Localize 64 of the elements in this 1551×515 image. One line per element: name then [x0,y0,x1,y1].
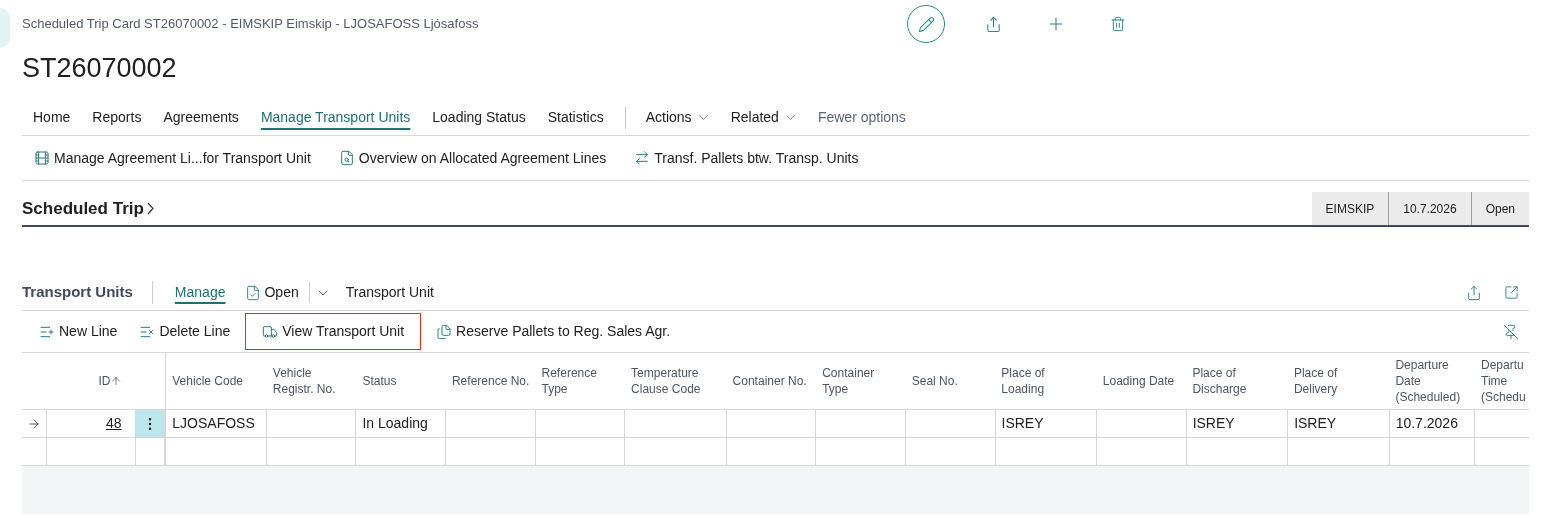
column-header[interactable]: Container No. [732,373,807,389]
chevron-icon [146,202,154,215]
page-heading: ST26070002 [22,51,177,85]
action-button[interactable]: Manage Agreement Li...for Transport Unit [34,147,311,169]
share-icon[interactable] [1466,284,1482,301]
id-link[interactable]: 48 [105,413,122,434]
action-icon [436,323,453,340]
table-cell-text: In Loading [362,414,428,433]
action-button[interactable]: Transf. Pallets btw. Transp. Units [634,147,859,169]
action-button[interactable]: New Line [32,313,125,350]
tab[interactable]: Manage [164,282,236,303]
menu-button[interactable]: Related [720,107,808,128]
column-header[interactable]: Departure Date (Scheduled) [1395,357,1469,405]
column-header[interactable]: ID [98,373,123,389]
status-badge: Open [1470,192,1529,225]
column-header[interactable]: Status [362,373,397,389]
tab[interactable]: Loading Status [421,103,537,132]
part-title: Transport Units [22,281,153,304]
action-button[interactable]: Overview on Allocated Agreement Lines [338,147,607,169]
window-title: Scheduled Trip Card ST26070002 - EIMSKIP Eimskip - LJOSAFOSS Ljósafoss [22,15,480,34]
action-icon [634,150,651,166]
tab[interactable]: Manage Transport Units [249,103,422,132]
sort-arrow-icon [110,375,123,387]
tab[interactable]: Agreements [152,103,250,132]
column-header[interactable]: Place of Delivery [1293,365,1378,397]
column-header[interactable]: Place of Discharge [1192,365,1277,397]
menu-button[interactable]: Actions [635,107,721,128]
column-header[interactable]: Place of Loading [1001,365,1086,397]
column-header[interactable]: Loading Date [1102,373,1175,389]
action-icon [262,323,279,340]
column-header[interactable]: Seal No. [911,373,958,389]
row-handle[interactable] [136,410,167,437]
open-button[interactable]: Open [235,282,310,303]
status-badge: 10.7.2026 [1388,192,1471,225]
action-button[interactable]: Delete Line [132,313,238,350]
unpin-icon[interactable] [1503,323,1519,340]
table-cell-text: ISREY [1192,414,1235,433]
table-cell-text: LJOSAFOSS [172,414,255,433]
action-button[interactable]: View Transport Unit [245,313,422,350]
column-header[interactable]: Reference Type [541,365,620,397]
status-badge: EIMSKIP [1311,192,1389,225]
column-header[interactable]: Vehicle Code [172,373,243,389]
fewer-options-link[interactable]: Fewer options [807,107,916,128]
tab[interactable]: Statistics [536,103,615,132]
table-cell-text: 10.7.2026 [1395,414,1458,433]
tab[interactable]: Reports [81,103,153,132]
table-cell-text: ISREY [1001,414,1044,433]
column-header[interactable]: Vehicle Registr. No. [272,365,351,397]
tab[interactable]: Home [22,103,82,132]
expand-icon[interactable] [1504,285,1519,300]
action-icon [338,150,355,166]
delete-icon[interactable] [1110,16,1126,32]
share-icon[interactable] [985,15,1002,33]
column-header[interactable]: Reference No. [451,373,530,389]
action-button[interactable]: Reserve Pallets to Reg. Sales Agr. [429,313,678,350]
document-check-icon [245,284,262,301]
table-cell-text: ISREY [1294,414,1337,433]
section-title[interactable]: Scheduled Trip [22,195,154,222]
column-header[interactable]: Container Type [822,365,900,397]
column-header[interactable]: Departu Time (Schedu [1481,357,1526,405]
action-icon [34,150,50,166]
menu-button[interactable]: Transport Unit [335,282,444,303]
column-header[interactable]: Temperature Clause Code [631,365,716,397]
pencil-icon [917,15,935,33]
